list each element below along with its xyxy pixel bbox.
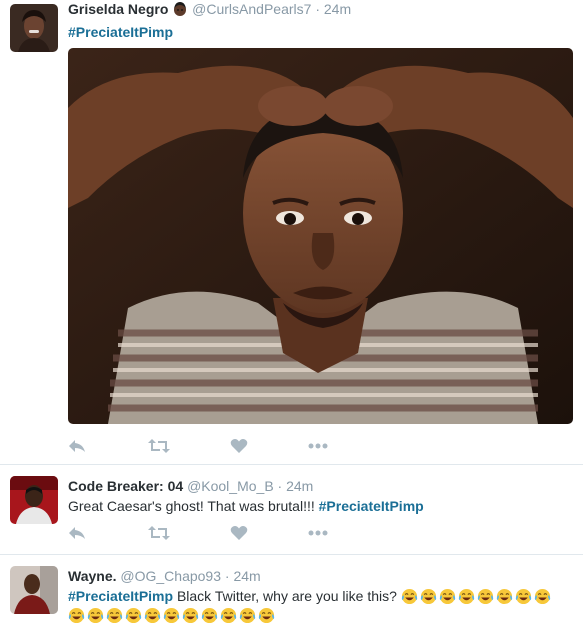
woman-emoji xyxy=(172,1,188,21)
hashtag-link[interactable]: #PreciateItPimp xyxy=(68,24,173,40)
face-with-tears-of-joy-emoji xyxy=(420,588,436,605)
tweet-header: Wayne. @OG_Chapo93 · 24m xyxy=(68,567,573,585)
face-with-tears-of-joy-emoji xyxy=(534,588,550,605)
hashtag-link[interactable]: #PreciateItPimp xyxy=(68,588,173,604)
timestamp[interactable]: 24m xyxy=(324,1,351,17)
hashtag-link[interactable]: #PreciateItPimp xyxy=(319,498,424,514)
retweet-icon[interactable] xyxy=(148,436,170,456)
more-icon[interactable] xyxy=(308,436,328,456)
reply-icon[interactable] xyxy=(68,436,86,456)
face-with-tears-of-joy-emoji xyxy=(220,607,237,624)
face-with-tears-of-joy-emoji xyxy=(182,607,199,624)
avatar[interactable] xyxy=(10,476,58,524)
face-with-tears-of-joy-emoji xyxy=(201,607,218,624)
retweet-icon[interactable] xyxy=(148,523,170,543)
face-with-tears-of-joy-emoji xyxy=(68,607,85,624)
face-with-tears-of-joy-emoji xyxy=(125,607,142,624)
tweet-actions xyxy=(68,523,348,543)
tweet-text: Great Caesar's ghost! That was brutal!!!… xyxy=(68,497,573,516)
display-name[interactable]: Wayne. xyxy=(68,568,117,584)
face-with-tears-of-joy-emoji xyxy=(515,588,531,605)
face-with-tears-of-joy-emoji xyxy=(458,588,474,605)
tweet-text-body: Black Twitter, why are you like this? xyxy=(173,588,397,604)
face-with-tears-of-joy-emoji xyxy=(258,607,275,624)
tweet-actions xyxy=(68,436,348,456)
face-with-tears-of-joy-emoji xyxy=(87,607,104,624)
tweet-griselda: Griselda Negro @CurlsAndPearls7 · 24m #P… xyxy=(0,0,583,465)
more-icon[interactable] xyxy=(308,523,328,543)
handle[interactable]: @OG_Chapo93 xyxy=(120,568,221,584)
face-with-tears-of-joy-emoji xyxy=(144,607,161,624)
tweet-text-line-2 xyxy=(68,606,573,625)
display-name[interactable]: Code Breaker: 04 xyxy=(68,478,183,494)
face-with-tears-of-joy-emoji-row xyxy=(68,607,275,624)
timestamp[interactable]: 24m xyxy=(233,568,260,584)
heart-icon[interactable] xyxy=(230,523,248,543)
heart-icon[interactable] xyxy=(230,436,248,456)
face-with-tears-of-joy-emoji xyxy=(239,607,256,624)
face-with-tears-of-joy-emoji xyxy=(106,607,123,624)
avatar[interactable] xyxy=(10,4,58,52)
face-with-tears-of-joy-emoji-row xyxy=(401,588,551,605)
separator: · xyxy=(277,478,283,494)
tweet-photo[interactable] xyxy=(68,48,573,424)
reply-icon[interactable] xyxy=(68,523,86,543)
avatar[interactable] xyxy=(10,566,58,614)
tweet-text: #PreciateItPimp Black Twitter, why are y… xyxy=(68,587,573,606)
face-with-tears-of-joy-emoji xyxy=(163,607,180,624)
handle[interactable]: @CurlsAndPearls7 xyxy=(192,1,311,17)
handle[interactable]: @Kool_Mo_B xyxy=(187,478,274,494)
face-with-tears-of-joy-emoji xyxy=(439,588,455,605)
tweet-text-body: Great Caesar's ghost! That was brutal!!! xyxy=(68,498,319,514)
display-name[interactable]: Griselda Negro xyxy=(68,1,168,17)
separator: · xyxy=(224,568,230,584)
tweet-text: #PreciateItPimp xyxy=(68,23,573,42)
separator: · xyxy=(315,1,320,17)
face-with-tears-of-joy-emoji xyxy=(477,588,493,605)
face-with-tears-of-joy-emoji xyxy=(401,588,417,605)
tweet-header: Code Breaker: 04 @Kool_Mo_B · 24m xyxy=(68,477,573,495)
tweet-header: Griselda Negro @CurlsAndPearls7 · 24m xyxy=(68,0,573,21)
face-with-tears-of-joy-emoji xyxy=(496,588,512,605)
tweet-wayne: Wayne. @OG_Chapo93 · 24m #PreciateItPimp… xyxy=(0,555,583,624)
timestamp[interactable]: 24m xyxy=(286,478,313,494)
tweet-codebreaker: Code Breaker: 04 @Kool_Mo_B · 24m Great … xyxy=(0,465,583,555)
